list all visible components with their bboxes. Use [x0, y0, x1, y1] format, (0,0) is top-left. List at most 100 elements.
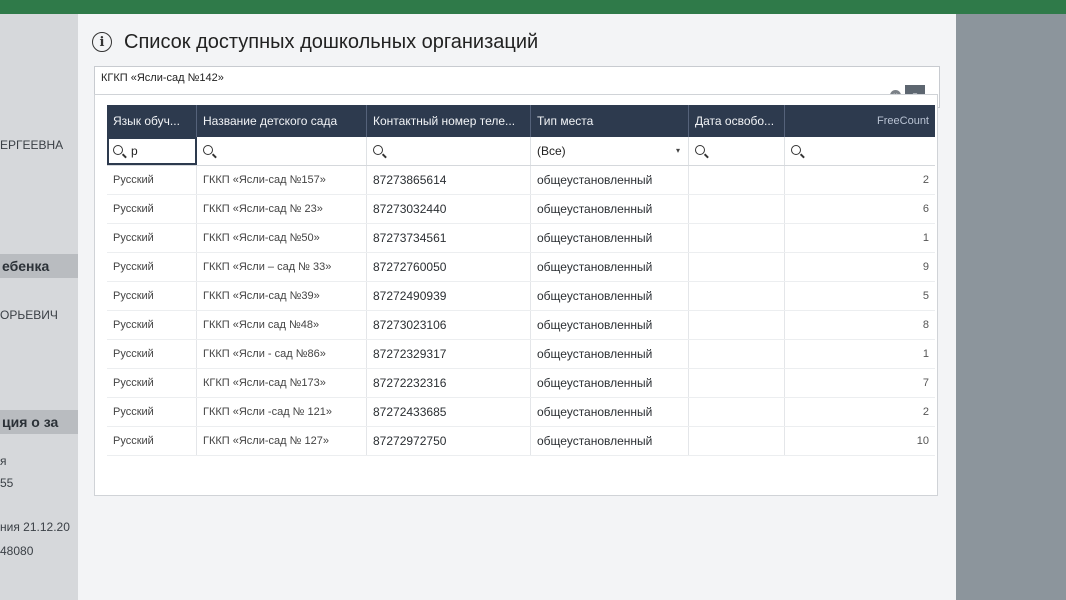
cell-kindergarten-name: ГККП «Ясли - сад №86» [197, 340, 367, 368]
cell-place-type: общеустановленный [531, 166, 689, 194]
table-row[interactable]: Русский КГКП «Ясли-сад №173» 87272232316 об… [107, 369, 935, 398]
language-filter-input[interactable]: р [107, 137, 197, 165]
cell-place-type: общеустановленный [531, 369, 689, 397]
table-row[interactable]: Русский ГККП «Ясли-сад №39» 87272490939 общ… [107, 282, 935, 311]
cell-release-date [689, 398, 785, 426]
cell-phone: 87273023106 [367, 311, 531, 339]
cell-phone: 87272329317 [367, 340, 531, 368]
cell-kindergarten-name: ГККП «Ясли-сад №39» [197, 282, 367, 310]
cell-kindergarten-name: ГККП «Ясли -сад № 121» [197, 398, 367, 426]
background-text: я [0, 454, 7, 468]
cell-place-type: общеустановленный [531, 253, 689, 281]
cell-language: Русский [107, 253, 197, 281]
cell-release-date [689, 282, 785, 310]
cell-release-date [689, 166, 785, 194]
cell-kindergarten-name: ГККП «Ясли-сад №50» [197, 224, 367, 252]
cell-free-count: 2 [922, 406, 929, 418]
cell-place-type: общеустановленный [531, 340, 689, 368]
cell-free-count: 9 [922, 261, 929, 273]
info-icon: i [92, 32, 112, 52]
chevron-down-icon[interactable]: ▾ [676, 137, 680, 165]
cell-phone: 87272972750 [367, 427, 531, 455]
cell-place-type: общеустановленный [531, 427, 689, 455]
cell-phone: 87272490939 [367, 282, 531, 310]
cell-phone: 87272232316 [367, 369, 531, 397]
cell-kindergarten-name: ГККП «Ясли-сад № 23» [197, 195, 367, 223]
grid-body: Русский ГККП «Ясли-сад №157» 87273865614 об… [107, 166, 935, 456]
cell-release-date [689, 195, 785, 223]
cell-kindergarten-name: ГККП «Ясли-сад №157» [197, 166, 367, 194]
search-icon [373, 145, 383, 156]
cell-free-count: 1 [922, 348, 929, 360]
cell-place-type: общеустановленный [531, 398, 689, 426]
table-row[interactable]: Русский ГККП «Ясли-сад №50» 87273734561 общ… [107, 224, 935, 253]
cell-release-date [689, 224, 785, 252]
background-section-heading: ебенка [0, 254, 78, 278]
cell-language: Русский [107, 340, 197, 368]
name-filter-input[interactable] [197, 137, 367, 165]
cell-language: Русский [107, 195, 197, 223]
cell-free-count: 1 [922, 232, 929, 244]
table-row[interactable]: Русский ГККП «Ясли - сад №86» 87272329317 о… [107, 340, 935, 369]
cell-language: Русский [107, 369, 197, 397]
cell-phone: 87273865614 [367, 166, 531, 194]
cell-free-count: 2 [922, 174, 929, 186]
grid-filter-row: р (Все) ▾ [107, 137, 935, 166]
table-row[interactable]: Русский ГККП «Ясли сад №48» 87273023106 общ… [107, 311, 935, 340]
cell-phone: 87272760050 [367, 253, 531, 281]
column-header-release-date[interactable]: Дата освобо... [689, 105, 785, 137]
background-text: ОРЬЕВИЧ [0, 308, 58, 322]
cell-release-date [689, 340, 785, 368]
background-section-heading: ция о за [0, 410, 78, 434]
background-right-panel [956, 14, 1066, 600]
cell-language: Русский [107, 311, 197, 339]
cell-language: Русский [107, 282, 197, 310]
background-text: ния 21.12.20 [0, 520, 70, 534]
cell-place-type: общеустановленный [531, 224, 689, 252]
organization-list-dialog: i Список доступных дошкольных организаци… [78, 14, 956, 600]
language-filter-value: р [131, 144, 138, 158]
cell-language: Русский [107, 166, 197, 194]
search-icon [791, 145, 801, 156]
search-icon [203, 145, 213, 156]
table-row[interactable]: Русский ГККП «Ясли – сад № 33» 87272760050… [107, 253, 935, 282]
search-icon [113, 145, 123, 156]
cell-release-date [689, 311, 785, 339]
cell-phone: 87273734561 [367, 224, 531, 252]
cell-free-count: 10 [916, 435, 929, 447]
combobox-value: КГКП «Ясли-сад №142» [101, 72, 224, 84]
cell-free-count: 6 [922, 203, 929, 215]
cell-place-type: общеустановленный [531, 195, 689, 223]
background-text: ЕРГЕЕВНА [0, 138, 64, 152]
cell-kindergarten-name: ГККП «Ясли – сад № 33» [197, 253, 367, 281]
column-header-name[interactable]: Название детского сада [197, 105, 367, 137]
cell-kindergarten-name: ГККП «Ясли сад №48» [197, 311, 367, 339]
column-header-place-type[interactable]: Тип места [531, 105, 689, 137]
column-header-phone[interactable]: Контактный номер теле... [367, 105, 531, 137]
cell-kindergarten-name: ГККП «Ясли-сад № 127» [197, 427, 367, 455]
grid-header: Язык обуч... Название детского сада Конт… [107, 105, 935, 137]
column-header-free-count[interactable]: FreeCount [785, 105, 935, 137]
freecount-filter-input[interactable] [785, 137, 935, 165]
background-form-left: ЕРГЕЕВНА ебенка ОРЬЕВИЧ ция о за я 55 ни… [0, 14, 78, 600]
place-type-filter-value: (Все) [537, 144, 566, 158]
background-top-bar [0, 0, 1066, 14]
column-header-language[interactable]: Язык обуч... [107, 105, 197, 137]
cell-place-type: общеустановленный [531, 282, 689, 310]
background-text: 48080 [0, 544, 34, 558]
cell-kindergarten-name: КГКП «Ясли-сад №173» [197, 369, 367, 397]
table-row[interactable]: Русский ГККП «Ясли-сад № 23» 87273032440 об… [107, 195, 935, 224]
table-row[interactable]: Русский ГККП «Ясли-сад №157» 87273865614 об… [107, 166, 935, 195]
place-type-filter-select[interactable]: (Все) ▾ [531, 137, 689, 165]
cell-free-count: 8 [922, 319, 929, 331]
table-row[interactable]: Русский ГККП «Ясли-сад № 127» 87272972750 о… [107, 427, 935, 456]
cell-place-type: общеустановленный [531, 311, 689, 339]
cell-free-count: 7 [922, 377, 929, 389]
cell-release-date [689, 253, 785, 281]
background-text: 55 [0, 476, 14, 490]
dropdown-grid-popup: Язык обуч... Название детского сада Конт… [94, 94, 938, 496]
table-row[interactable]: Русский ГККП «Ясли -сад № 121» 87272433685… [107, 398, 935, 427]
date-filter-input[interactable] [689, 137, 785, 165]
phone-filter-input[interactable] [367, 137, 531, 165]
cell-release-date [689, 369, 785, 397]
